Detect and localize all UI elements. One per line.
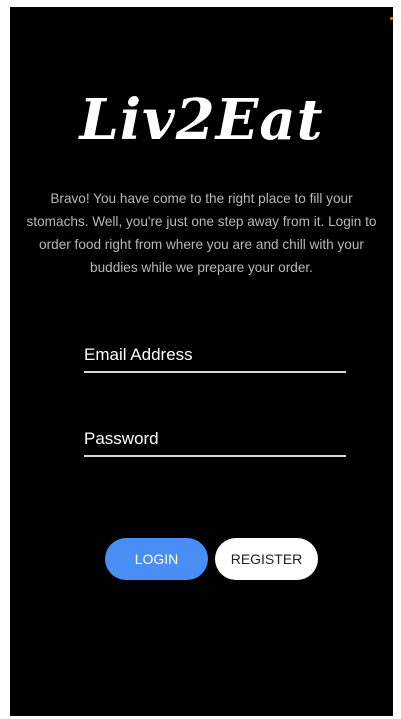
status-indicator — [390, 17, 393, 20]
login-screen: Liv2Eat Bravo! You have come to the righ… — [10, 7, 393, 716]
password-field[interactable] — [84, 423, 346, 455]
email-field[interactable] — [84, 339, 346, 371]
register-button[interactable]: REGISTER — [215, 538, 318, 580]
login-button[interactable]: LOGIN — [105, 538, 208, 580]
email-field-container — [84, 339, 346, 373]
app-logo: Liv2Eat — [79, 87, 324, 153]
password-field-container — [84, 423, 346, 457]
intro-text: Bravo! You have come to the right place … — [26, 191, 377, 275]
